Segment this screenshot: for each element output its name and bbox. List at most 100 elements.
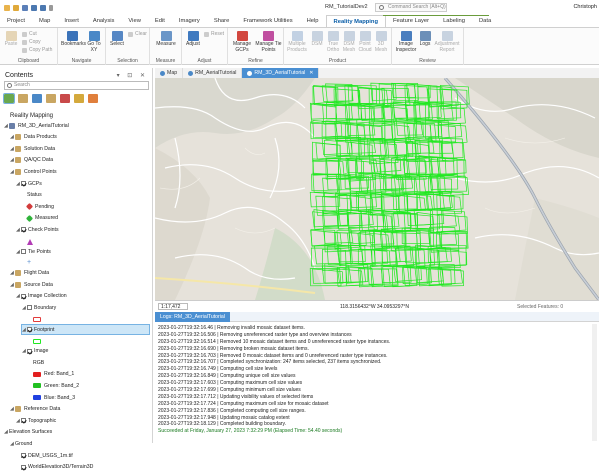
tree-item-symbol-19[interactable] bbox=[28, 337, 44, 346]
list-by-snapping-icon[interactable] bbox=[60, 94, 70, 103]
tree-item-topographic[interactable]: ◢ Topographic bbox=[16, 416, 56, 425]
visibility-checkbox[interactable] bbox=[21, 453, 26, 458]
tree-item-gcps[interactable]: ◢ GCPs bbox=[16, 179, 42, 188]
open-project-icon[interactable] bbox=[13, 4, 19, 11]
visibility-checkbox[interactable] bbox=[21, 464, 26, 470]
copy-path-button[interactable]: Copy Path bbox=[22, 47, 52, 53]
logs-button[interactable]: Logs bbox=[419, 31, 431, 48]
multiple-products-button[interactable]: Multiple Products bbox=[286, 31, 308, 53]
manage-gcps-button[interactable]: Manage GCPs bbox=[230, 31, 254, 53]
ribbon-tab-insert[interactable]: Insert bbox=[57, 15, 86, 27]
ribbon-tab-view[interactable]: View bbox=[121, 15, 147, 27]
redo-icon[interactable] bbox=[40, 4, 46, 11]
ribbon-tab-framework-utilities[interactable]: Framework Utilities bbox=[236, 15, 299, 27]
list-by-labeling-icon[interactable] bbox=[74, 94, 84, 103]
paste-button[interactable]: Paste bbox=[3, 31, 19, 48]
dsm-mesh-button[interactable]: DSM Mesh bbox=[342, 31, 356, 53]
visibility-checkbox[interactable] bbox=[27, 327, 32, 332]
doc-tab-rm-3d-aerialtutorial[interactable]: RM_3D_AerialTutorial ✕ bbox=[242, 68, 320, 78]
point-cloud-button[interactable]: Point Cloud bbox=[358, 31, 372, 53]
tree-item-solution-data[interactable]: ◢ Solution Data bbox=[10, 144, 55, 153]
tree-item-rgb[interactable]: RGB bbox=[28, 358, 44, 367]
dsm-button[interactable]: DSM bbox=[310, 31, 324, 48]
ribbon-tab-edit[interactable]: Edit bbox=[148, 15, 172, 27]
new-project-icon[interactable] bbox=[4, 4, 10, 11]
tree-item-ground[interactable]: ◢ Ground bbox=[10, 439, 32, 448]
cut-button[interactable]: Cut bbox=[22, 31, 37, 37]
tree-item-elevation-surfaces[interactable]: ◢ Elevation Surfaces bbox=[4, 428, 52, 437]
ribbon-tab-project[interactable]: Project bbox=[0, 15, 32, 27]
tree-item-data-products[interactable]: ◢ Data Products bbox=[10, 133, 57, 142]
tree-item-qa-qc-data[interactable]: ◢ QA/QC Data bbox=[10, 156, 53, 165]
tree-item-green-band-2[interactable]: Green: Band_2 bbox=[28, 381, 79, 390]
tree-item-reference-data[interactable]: ◢ Reference Data bbox=[10, 405, 60, 414]
list-by-editing-icon[interactable] bbox=[46, 94, 56, 103]
tree-item-symbol-10[interactable] bbox=[22, 237, 36, 246]
visibility-checkbox[interactable] bbox=[27, 305, 32, 311]
3d-mesh-button[interactable]: 3D Mesh bbox=[374, 31, 388, 53]
adjustment-report-button[interactable]: Adjustment Report bbox=[433, 31, 461, 53]
tree-item-flight-data[interactable]: ◢ Flight Data bbox=[10, 269, 49, 278]
visibility-checkbox[interactable] bbox=[21, 249, 26, 254]
ribbon-tab-help[interactable]: Help bbox=[300, 15, 326, 27]
pane-controls[interactable]: ▾ ⊡ ✕ bbox=[117, 72, 148, 79]
list-by-selection-icon[interactable] bbox=[32, 94, 42, 103]
map-canvas[interactable] bbox=[155, 78, 599, 300]
tree-item-source-data[interactable]: ◢ Source Data bbox=[10, 280, 53, 289]
visibility-checkbox[interactable] bbox=[21, 418, 26, 424]
reset-button[interactable]: Reset bbox=[204, 31, 224, 37]
contents-search-input[interactable]: Search bbox=[4, 81, 149, 90]
tree-item-red-band-1[interactable]: Red: Band_1 bbox=[28, 370, 74, 379]
copy-button[interactable]: Copy bbox=[22, 39, 41, 45]
ribbon-tab-imagery[interactable]: Imagery bbox=[172, 15, 207, 27]
measure-button[interactable]: Measure bbox=[153, 31, 179, 48]
map-view[interactable] bbox=[155, 78, 599, 300]
tree-item-pending[interactable]: Pending bbox=[22, 202, 54, 211]
visibility-checkbox[interactable] bbox=[21, 293, 26, 299]
tree-item-measured[interactable]: Measured bbox=[22, 214, 58, 223]
tree-item-worldelevation3d-terrain3d[interactable]: WorldElevation3D/Terrain3D bbox=[16, 463, 93, 472]
tree-item-check-points[interactable]: ◢ Check Points bbox=[16, 225, 59, 234]
go-to-xy-button[interactable]: Go To XY bbox=[85, 31, 103, 53]
undo-icon[interactable] bbox=[31, 4, 37, 11]
visibility-checkbox[interactable] bbox=[21, 227, 26, 233]
tree-item-blue-band-3[interactable]: Blue: Band_3 bbox=[28, 393, 75, 402]
tree-item-symbol-17[interactable] bbox=[28, 315, 44, 324]
tree-item-rm-3d-aerialtutorial[interactable]: ◢ RM_3D_AerialTutorial bbox=[4, 121, 69, 130]
tree-item-boundary[interactable]: ◢ Boundary bbox=[22, 303, 56, 312]
bookmarks-button[interactable]: Bookmarks bbox=[61, 31, 86, 48]
doc-tab-rm-aerialtutorial[interactable]: RM_AerialTutorial bbox=[183, 68, 243, 78]
scale-selector[interactable]: 1:17,472 bbox=[158, 303, 188, 310]
visibility-checkbox[interactable] bbox=[21, 181, 26, 186]
manage-tie-points-button[interactable]: Manage Tie Points bbox=[255, 31, 282, 53]
tree-item-image[interactable]: ◢ Image bbox=[22, 347, 48, 356]
adjust-button[interactable]: Adjust bbox=[184, 31, 202, 48]
tree-item-symbol-12[interactable]: + bbox=[22, 259, 36, 268]
tree-item-tie-points[interactable]: ◢ Tie Points bbox=[16, 247, 51, 256]
customize-qat-icon[interactable] bbox=[49, 4, 53, 11]
clear-selection-button[interactable]: Clear bbox=[128, 31, 147, 37]
tree-item-footprint[interactable]: ◢ Footprint bbox=[21, 324, 150, 335]
ribbon-tab-data[interactable]: Data bbox=[472, 15, 498, 27]
list-by-drawing-order-icon[interactable] bbox=[3, 93, 15, 104]
tree-item-control-points[interactable]: ◢ Control Points bbox=[10, 167, 57, 176]
list-by-charts-icon[interactable] bbox=[88, 94, 98, 103]
logs-tab[interactable]: Logs: RM_3D_AerialTutorial bbox=[155, 311, 230, 322]
ribbon-tab-map[interactable]: Map bbox=[32, 15, 57, 27]
tree-item-dem-usgs-1m-tif[interactable]: DEM_USGS_1m.tif bbox=[16, 451, 73, 460]
ribbon-tab-labeling[interactable]: Labeling bbox=[436, 15, 472, 27]
save-icon[interactable] bbox=[22, 4, 28, 11]
visibility-checkbox[interactable] bbox=[27, 348, 32, 354]
select-button[interactable]: Select bbox=[109, 31, 125, 48]
image-inspector-button[interactable]: Image Inspector bbox=[394, 31, 418, 53]
command-search-input[interactable]: Command Search (Alt+Q) bbox=[375, 3, 447, 12]
doc-tab-map[interactable]: Map bbox=[155, 68, 184, 78]
ribbon-tab-analysis[interactable]: Analysis bbox=[86, 15, 122, 27]
true-ortho-button[interactable]: True Ortho bbox=[326, 31, 340, 53]
close-tab-icon[interactable]: ✕ bbox=[309, 70, 313, 76]
ribbon-tab-feature-layer[interactable]: Feature Layer bbox=[386, 15, 436, 27]
tree-item-status[interactable]: Status bbox=[22, 191, 42, 200]
ribbon-tab-share[interactable]: Share bbox=[207, 15, 236, 27]
user-name[interactable]: Christoph bbox=[573, 4, 597, 10]
tree-item-image-collection[interactable]: ◢ Image Collection bbox=[16, 292, 67, 301]
